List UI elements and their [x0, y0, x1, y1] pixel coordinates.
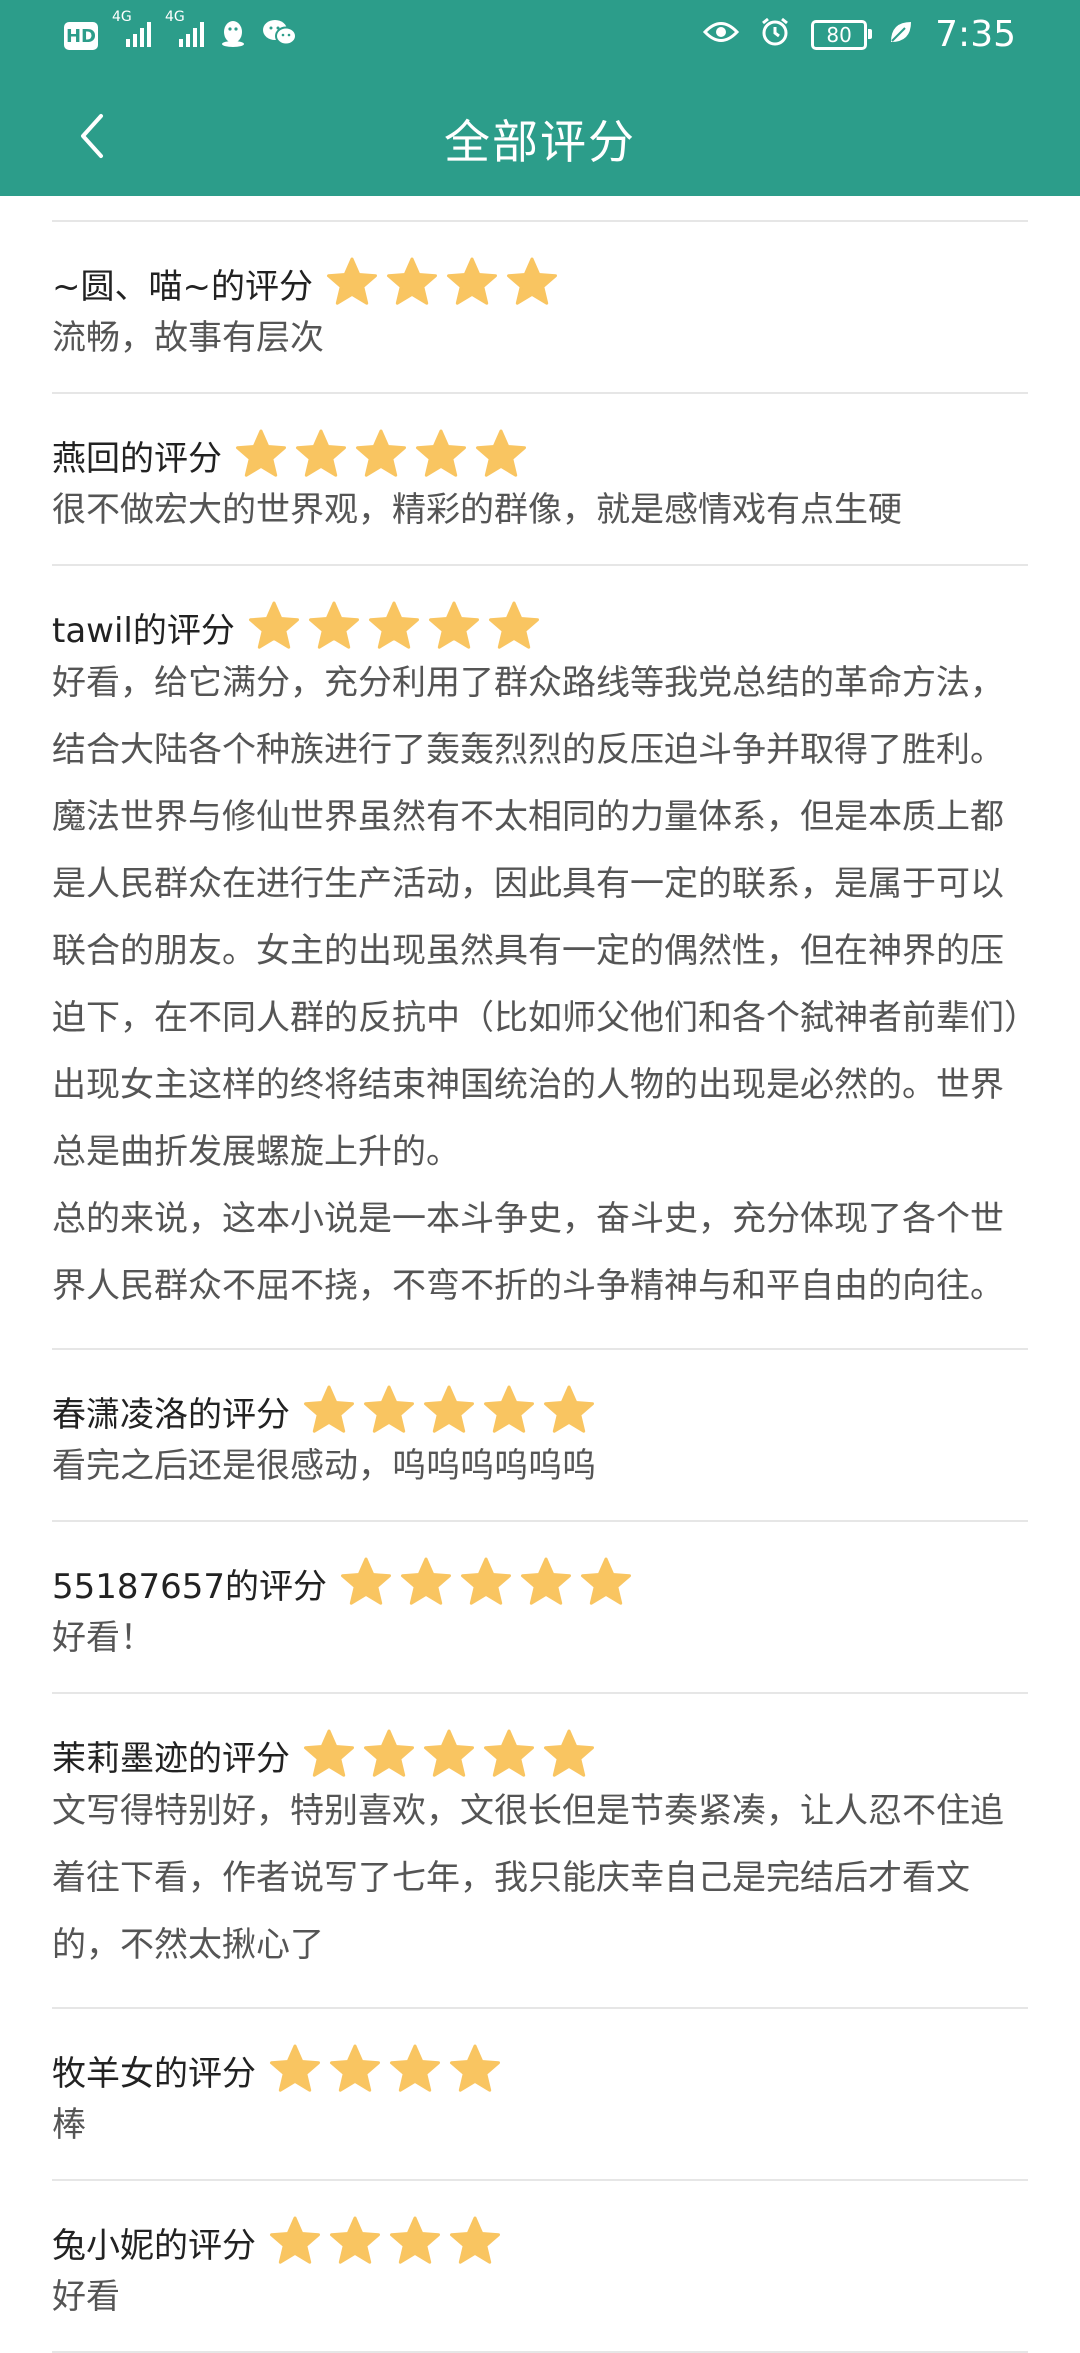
star-icon	[304, 1729, 354, 1777]
rater-name: 春潇凌洛的评分	[52, 1394, 290, 1435]
review-header: 茉莉墨迹的评分	[52, 1728, 1028, 1782]
star-icon	[390, 2216, 440, 2264]
star-rating	[247, 600, 541, 654]
status-bar-left: HD 4G 4G	[64, 9, 298, 54]
star-icon	[461, 1557, 512, 1605]
review-item[interactable]: 牧羊女的评分棒	[52, 2009, 1028, 2181]
review-item[interactable]: 55187657的评分 好看！	[52, 1522, 1028, 1694]
star-icon	[304, 1385, 354, 1433]
signal-1: 4G	[112, 9, 151, 53]
star-icon	[364, 1729, 414, 1777]
star-icon	[270, 2044, 320, 2092]
review-header: 55187657的评分	[52, 1556, 1028, 1610]
star-rating	[234, 428, 528, 482]
star-icon	[248, 601, 299, 649]
star-icon	[390, 2044, 440, 2092]
title-bar: 全部评分	[0, 96, 1080, 182]
app-header: HD 4G 4G 80 7:35 全部评分	[0, 0, 1080, 196]
hd-badge: HD	[64, 22, 98, 50]
battery-indicator: 80	[811, 19, 873, 50]
review-comment: 好看，给它满分，充分利用了群众路线等我党总结的革命方法，结合大陆各个种族进行了轰…	[52, 663, 1021, 1306]
star-icon	[270, 2216, 320, 2264]
star-icon	[476, 429, 526, 477]
review-item[interactable]: tawil的评分好看，给它满分，充分利用了群众路线等我党总结的革命方法，结合大陆…	[52, 566, 1028, 1350]
star-icon	[581, 1557, 632, 1605]
review-header: 兔小妮的评分	[52, 2215, 1028, 2269]
star-icon	[326, 257, 377, 305]
status-bar-right: 80 7:35	[703, 14, 1016, 55]
star-icon	[450, 2044, 500, 2092]
review-comment: 棒	[52, 2105, 86, 2145]
review-comment: 好看	[52, 2277, 120, 2317]
star-icon	[488, 601, 539, 649]
star-icon	[416, 429, 466, 477]
review-header: 牧羊女的评分	[52, 2043, 1028, 2097]
star-rating	[339, 1556, 633, 1610]
star-icon	[368, 601, 419, 649]
star-icon	[506, 257, 557, 305]
review-comment: 很不做宏大的世界观，精彩的群像，就是感情戏有点生硬	[52, 490, 902, 530]
review-header: 燕回的评分	[52, 428, 1028, 482]
review-comment: 流畅，故事有层次	[52, 318, 324, 358]
status-bar: HD 4G 4G 80 7:35	[0, 0, 1080, 75]
rater-name: ~圆、喵~的评分	[52, 266, 313, 307]
star-icon	[364, 1385, 414, 1433]
rater-name: 茉莉墨迹的评分	[52, 1738, 290, 1779]
review-header: 春潇凌洛的评分	[52, 1384, 1028, 1438]
review-item[interactable]: 兔小妮的评分 好看	[52, 2181, 1028, 2353]
rater-name: 燕回的评分	[52, 438, 222, 479]
star-icon	[484, 1729, 534, 1777]
star-rating	[302, 1384, 596, 1438]
review-item[interactable]: ~圆、喵~的评分 流畅，故事有层次	[52, 222, 1028, 394]
star-icon	[446, 257, 497, 305]
star-rating	[302, 1728, 596, 1782]
review-item[interactable]: 春潇凌洛的评分看完之后还是很感动，呜呜呜呜呜呜	[52, 1350, 1028, 1522]
star-icon	[521, 1557, 572, 1605]
star-icon	[356, 429, 406, 477]
rater-name: 牧羊女的评分	[52, 2053, 256, 2094]
star-icon	[428, 601, 479, 649]
review-comment: 好看！	[52, 1618, 154, 1658]
rater-name: tawil的评分	[52, 610, 235, 651]
star-rating	[268, 2215, 502, 2269]
wechat-icon	[262, 18, 298, 54]
rating-list[interactable]: ~圆、喵~的评分 流畅，故事有层次 燕回的评分 很不做宏大的世界观，精彩的群像，就是感…	[52, 196, 1028, 2353]
star-icon	[401, 1557, 452, 1605]
star-rating	[325, 256, 559, 310]
signal-2-label: 4G	[165, 9, 185, 25]
star-icon	[544, 1385, 594, 1433]
review-header: tawil的评分	[52, 600, 1028, 654]
rater-name: 兔小妮的评分	[52, 2225, 256, 2266]
penguin-icon	[218, 18, 248, 54]
star-icon	[308, 601, 359, 649]
star-icon	[450, 2216, 500, 2264]
star-icon	[341, 1557, 392, 1605]
signal-2: 4G	[165, 9, 204, 53]
review-item[interactable]: 茉莉墨迹的评分文写得特别好，特别喜欢，文很长但是节奏紧凑，让人忍不住追着往下看，…	[52, 1694, 1028, 2009]
page-title: 全部评分	[444, 115, 636, 169]
leaf-icon	[887, 18, 915, 52]
star-icon	[386, 257, 437, 305]
star-icon	[424, 1729, 474, 1777]
signal-1-label: 4G	[112, 9, 132, 25]
star-icon	[424, 1385, 474, 1433]
review-comment: 文写得特别好，特别喜欢，文很长但是节奏紧凑，让人忍不住追着往下看，作者说写了七年…	[52, 1791, 1004, 1965]
star-icon	[544, 1729, 594, 1777]
star-icon	[296, 429, 346, 477]
rater-name: 55187657的评分	[52, 1566, 328, 1607]
review-item[interactable]: 燕回的评分很不做宏大的世界观，精彩的群像，就是感情戏有点生硬	[52, 394, 1028, 566]
review-header: ~圆、喵~的评分	[52, 256, 1028, 310]
star-icon	[330, 2044, 380, 2092]
eye-icon	[703, 19, 740, 51]
star-rating	[268, 2043, 502, 2097]
list-top-divider	[52, 196, 1028, 222]
star-icon	[330, 2216, 380, 2264]
star-icon	[236, 429, 286, 477]
star-icon	[484, 1385, 534, 1433]
clock-time: 7:35	[935, 14, 1016, 55]
review-comment: 看完之后还是很感动，呜呜呜呜呜呜	[52, 1446, 596, 1486]
alarm-icon	[759, 16, 791, 54]
